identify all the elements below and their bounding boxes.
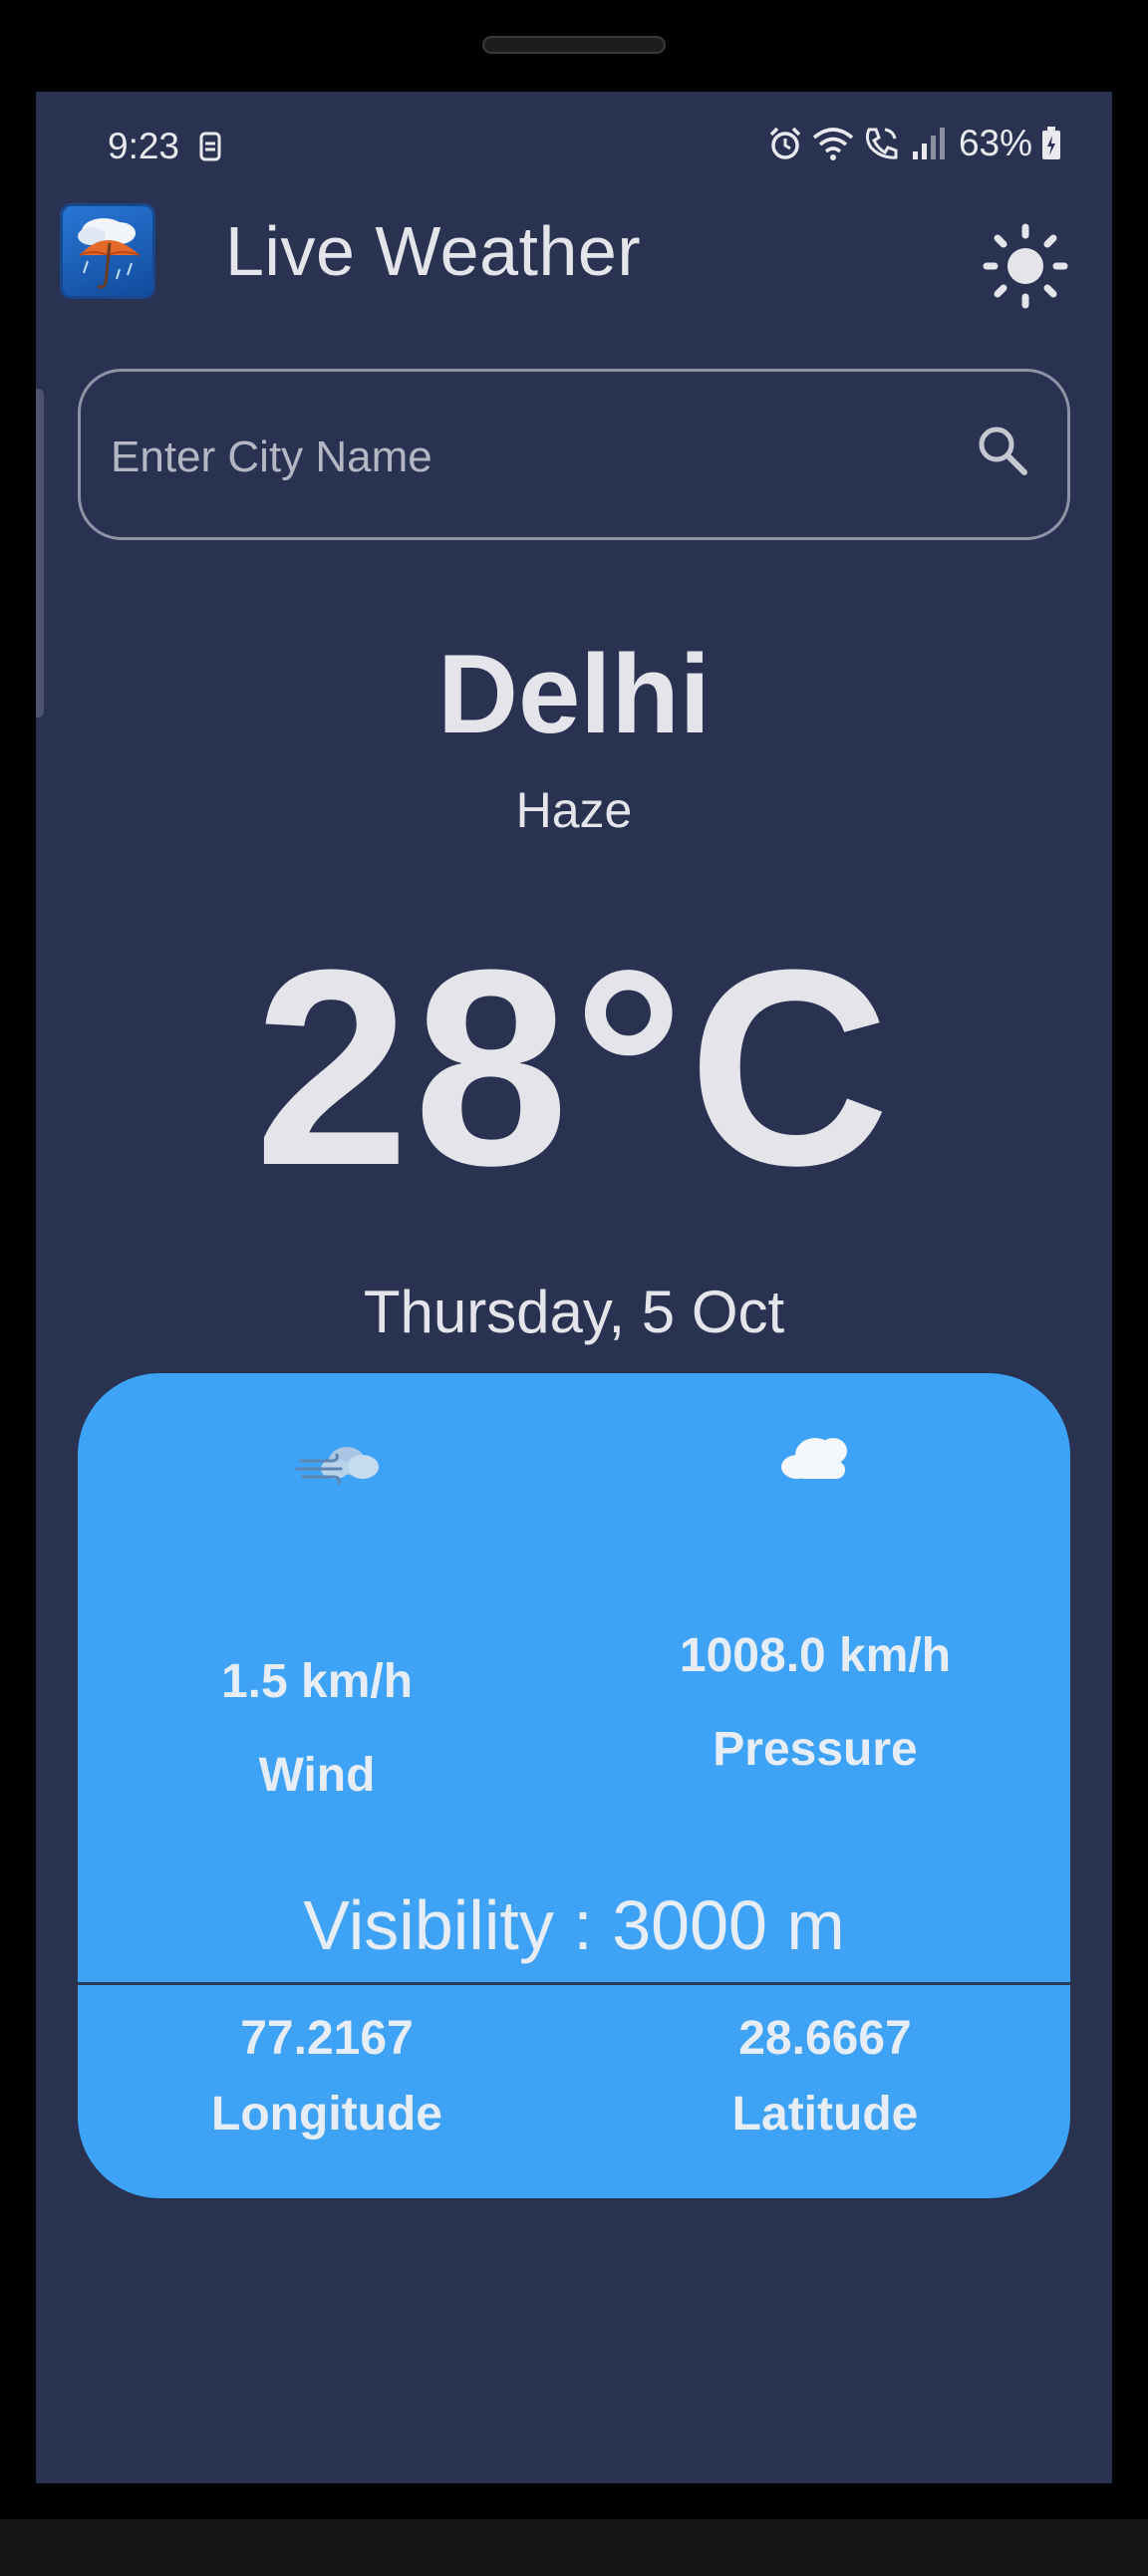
latitude-value: 28.6667: [738, 2012, 912, 2065]
card-divider: [78, 1982, 1070, 1985]
battery-icon: [1042, 127, 1060, 159]
earpiece-speaker: [482, 36, 666, 54]
city-name: Delhi: [437, 632, 711, 756]
signal-icon: [912, 128, 945, 159]
current-date: Thursday, 5 Oct: [363, 1279, 785, 1345]
sim-icon: [199, 132, 221, 161]
longitude-label: Longitude: [211, 2088, 442, 2141]
phone-bottom-bezel: [0, 2519, 1148, 2576]
app-title: Live Weather: [225, 212, 642, 290]
app-screen: 9:23 63% Live Weather Enter City Name De…: [36, 92, 1112, 2483]
weather-umbrella-logo-icon: [60, 203, 155, 299]
visibility: Visibility : 3000 m: [303, 1886, 845, 1964]
battery-percent: 63%: [958, 123, 1032, 163]
search-input[interactable]: [109, 422, 930, 493]
wind-label: Wind: [258, 1749, 376, 1802]
pressure-value: 1008.0 km/h: [679, 1629, 952, 1682]
search-icon[interactable]: [973, 421, 1032, 480]
status-icons: 63%: [767, 122, 1062, 165]
wind-icon: [295, 1447, 379, 1485]
call-icon: [865, 128, 898, 159]
pressure-label: Pressure: [713, 1723, 918, 1776]
status-time: 9:23: [108, 126, 180, 166]
cloud-icon: [781, 1438, 847, 1479]
wind-value: 1.5 km/h: [220, 1655, 414, 1708]
temperature: 28°C: [254, 913, 894, 1224]
sun-icon[interactable]: [981, 221, 1070, 311]
phone-frame: 9:23 63% Live Weather Enter City Name De…: [0, 0, 1148, 2576]
alarm-icon: [769, 127, 801, 159]
longitude-value: 77.2167: [240, 2012, 414, 2065]
weather-condition: Haze: [515, 782, 633, 838]
latitude-label: Latitude: [731, 2088, 919, 2141]
wifi-icon: [812, 128, 854, 160]
edge-panel-handle[interactable]: [36, 389, 44, 717]
search-field[interactable]: [78, 369, 1070, 540]
weather-details-card: 1.5 km/h Wind 1008.0 km/h Pressure Visib…: [78, 1373, 1070, 2198]
